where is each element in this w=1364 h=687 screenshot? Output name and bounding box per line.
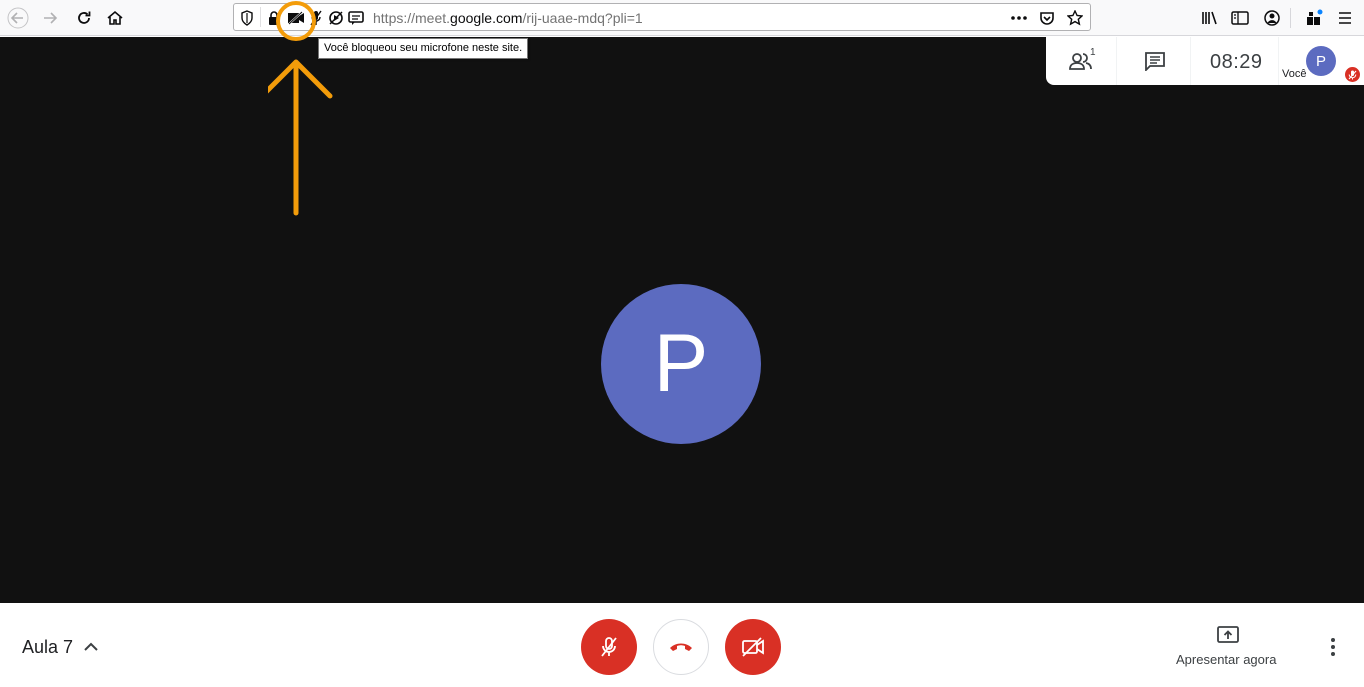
page-actions-ellipsis-icon[interactable] [1010,9,1028,27]
self-avatar[interactable]: P [1306,46,1336,76]
mic-off-icon [601,637,617,657]
participants-button[interactable]: 1 [1068,47,1098,73]
menu-button[interactable] [1333,6,1357,30]
camera-toggle-button[interactable] [725,619,781,675]
notification-icon[interactable] [347,9,365,27]
browser-toolbar: https://meet.google.com/rij-uaae-mdq?pli… [0,0,1364,36]
tracking-protection-shield-icon[interactable] [238,9,256,27]
account-icon [1264,10,1280,26]
library-icon [1202,11,1217,25]
leave-call-button[interactable] [653,619,709,675]
forward-arrow-icon [44,12,58,24]
url-prefix: https://meet. [373,10,451,26]
participant-count: 1 [1090,47,1096,58]
home-button[interactable] [103,6,127,30]
more-vertical-icon [1331,638,1335,656]
video-stage: P [0,37,1364,603]
meeting-info-panel: 1 08:29 P Você [1046,37,1364,85]
present-now-label[interactable]: Apresentar agora [1176,652,1276,667]
annotation-arrow-icon [268,1,333,216]
hang-up-icon [670,643,692,651]
extensions-icon [1307,9,1323,25]
participant-avatar: P [601,284,761,444]
reload-icon [78,11,91,24]
mic-toggle-button[interactable] [581,619,637,675]
sidebar-button[interactable] [1228,6,1252,30]
meeting-clock: 08:29 [1210,51,1263,73]
more-options-button[interactable] [1326,637,1340,657]
url-path: /rij-uaae-mdq?pli=1 [522,10,643,26]
reload-button[interactable] [72,6,96,30]
url-bar[interactable]: https://meet.google.com/rij-uaae-mdq?pli… [233,3,1091,31]
back-button[interactable] [6,6,30,30]
self-label: Você [1282,68,1307,80]
url-text[interactable]: https://meet.google.com/rij-uaae-mdq?pli… [373,10,643,26]
bookmark-star-icon[interactable] [1066,9,1084,27]
meeting-details-toggle[interactable] [82,640,100,654]
url-host: google.com [450,10,523,26]
self-muted-mic-icon [1345,67,1360,82]
camera-off-icon [742,637,764,657]
chat-icon [1145,52,1165,71]
present-screen-icon [1217,626,1239,643]
permission-tooltip: Você bloqueou seu microfone neste site. [318,38,529,59]
forward-button[interactable] [38,6,62,30]
account-button[interactable] [1260,6,1284,30]
home-icon [107,10,123,25]
chat-button[interactable] [1144,51,1166,71]
chevron-up-icon [84,642,98,651]
pocket-icon[interactable] [1038,9,1056,27]
extensions-button[interactable] [1302,6,1326,30]
meeting-controls-bar: Aula 7 Apresentar agora [0,603,1364,687]
meeting-title[interactable]: Aula 7 [22,637,73,658]
hamburger-menu-icon [1339,12,1351,24]
back-arrow-icon [7,7,29,29]
present-now-button[interactable] [1216,625,1240,645]
library-button[interactable] [1198,6,1222,30]
sidebar-icon [1231,11,1249,25]
